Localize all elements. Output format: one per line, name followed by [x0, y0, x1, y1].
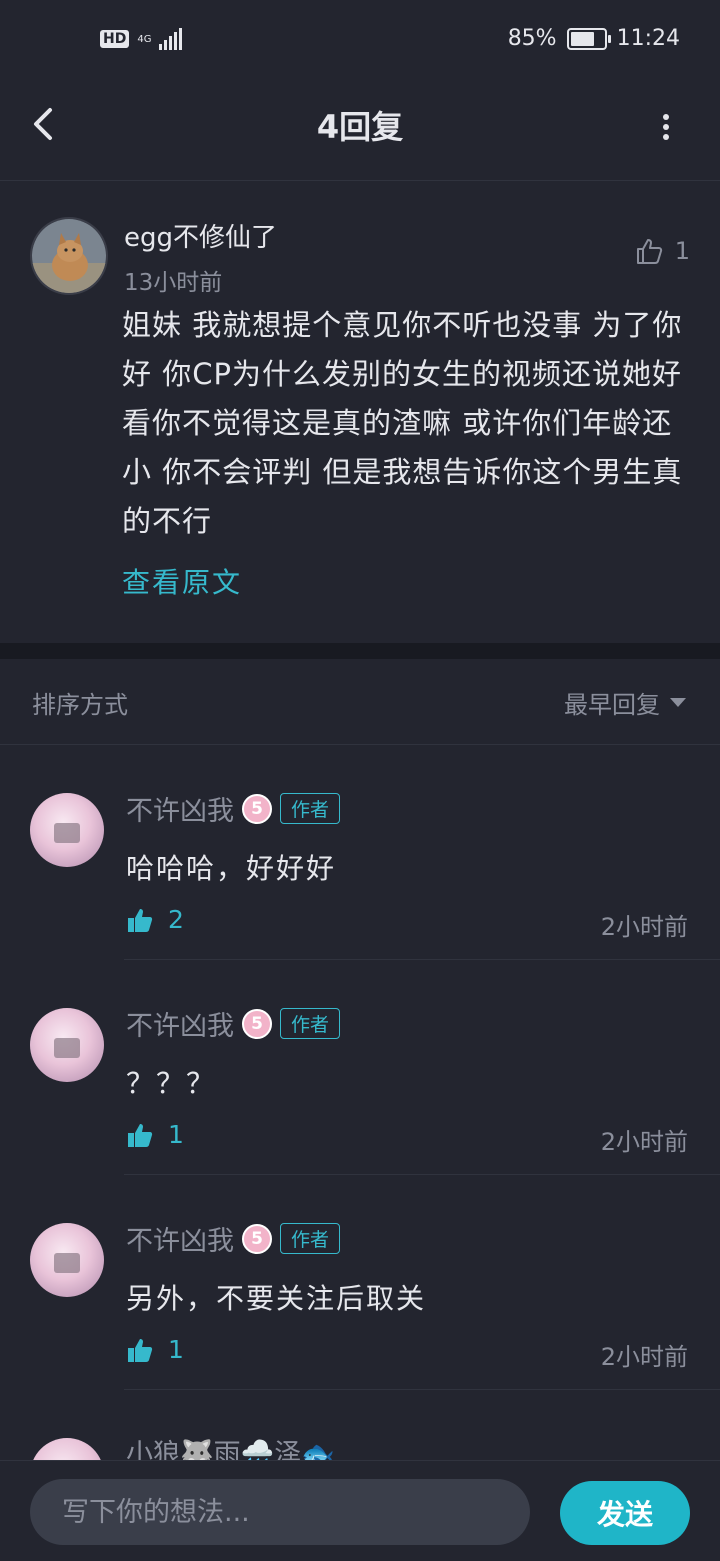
avatar[interactable] [30, 1223, 104, 1297]
section-divider [0, 643, 720, 659]
vertical-dots-icon [663, 114, 669, 140]
reply-author[interactable]: 不许凶我 [126, 1004, 234, 1043]
signal-icon [159, 28, 183, 50]
reply-time: 2小时前 [600, 1128, 688, 1156]
reply-author[interactable]: 不许凶我 [126, 789, 234, 828]
separator [124, 1389, 720, 1390]
comment-time: 13小时前 [124, 270, 223, 296]
reply-text: 另外，不要关注后取关 [126, 1282, 427, 1315]
thumbs-up-icon [128, 1338, 153, 1362]
original-comment: egg不修仙了 13小时前 1 姐妹 我就想提个意见你不听也没事 为了你好 你C… [0, 181, 720, 643]
thumbs-up-icon [128, 1123, 153, 1147]
avatar[interactable] [30, 1438, 104, 1462]
avatar[interactable] [30, 217, 108, 295]
like-count: 1 [168, 1335, 184, 1364]
reply-time: 2小时前 [600, 913, 688, 941]
like-count: 1 [674, 237, 690, 265]
sort-dropdown[interactable]: 最早回复 [564, 685, 686, 720]
caret-down-icon [670, 697, 686, 707]
clock: 11:24 [616, 26, 680, 51]
hd-icon: HD [100, 30, 130, 48]
sort-value: 最早回复 [564, 691, 660, 719]
reply-item: 小狼🐺雨🌧️泽🐟 [0, 1430, 720, 1462]
thumbs-up-icon [128, 908, 153, 932]
like-button[interactable]: 1 [126, 1335, 184, 1364]
avatar[interactable] [30, 793, 104, 867]
reply-author[interactable]: 不许凶我 [126, 1219, 234, 1258]
network-type: 4G [137, 33, 152, 45]
top-bar: 4回复 [0, 84, 720, 181]
like-button[interactable]: 2 [126, 905, 184, 934]
like-count: 2 [168, 905, 184, 934]
send-button[interactable]: 发送 [560, 1481, 690, 1545]
reply-header: 不许凶我 5 作者 [126, 1004, 341, 1043]
reply-item: 不许凶我 5 作者 ？？？ 1 2小时前 [0, 960, 720, 1175]
author-tag: 作者 [280, 1223, 341, 1254]
view-original-link[interactable]: 查看原文 [122, 561, 242, 601]
comment-text: 姐妹 我就想提个意见你不听也没事 为了你好 你CP为什么发别的女生的视频还说她好… [122, 308, 683, 538]
battery-icon [566, 27, 611, 50]
status-bar: HD 4G 85% 11:24 [0, 0, 720, 84]
like-button[interactable]: 1 [126, 1120, 184, 1149]
battery-percent: 85% [507, 26, 557, 51]
reply-item: 不许凶我 5 作者 哈哈哈，好好好 2 2小时前 [0, 745, 720, 960]
reply-item: 不许凶我 5 作者 另外，不要关注后取关 1 2小时前 [0, 1175, 720, 1390]
more-button[interactable] [656, 112, 676, 142]
author-tag: 作者 [280, 1008, 341, 1039]
sort-bar: 排序方式 最早回复 [0, 659, 720, 745]
like-count: 1 [168, 1120, 184, 1149]
level-badge: 5 [242, 793, 272, 824]
reply-header: 不许凶我 5 作者 [126, 1219, 341, 1258]
page-title: 4回复 [316, 108, 404, 146]
reply-text: ？？？ [126, 1067, 217, 1100]
cat-avatar-image [32, 219, 106, 293]
status-left: HD 4G [100, 28, 183, 50]
comment-input[interactable] [30, 1479, 530, 1545]
reply-header: 不许凶我 5 作者 [126, 789, 341, 828]
reply-text: 哈哈哈，好好好 [126, 852, 337, 885]
sort-label: 排序方式 [32, 691, 128, 719]
comment-composer: 发送 [0, 1460, 720, 1561]
comment-author[interactable]: egg不修仙了 [124, 217, 277, 254]
author-tag: 作者 [280, 793, 341, 824]
reply-time: 2小时前 [600, 1343, 688, 1371]
like-button[interactable]: 1 [635, 237, 690, 265]
level-badge: 5 [242, 1223, 272, 1254]
reply-author[interactable]: 小狼🐺雨🌧️泽🐟 [126, 1432, 335, 1462]
status-right: 85% 11:24 [508, 26, 680, 51]
level-badge: 5 [242, 1008, 272, 1039]
avatar[interactable] [30, 1008, 104, 1082]
thumbs-up-icon [636, 239, 662, 264]
